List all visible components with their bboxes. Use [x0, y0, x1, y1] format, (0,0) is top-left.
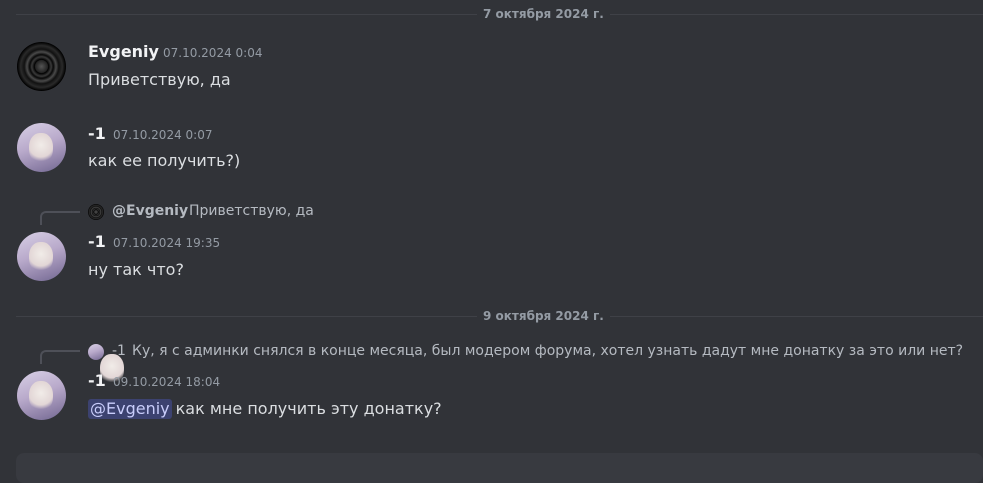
avatar-minus-one[interactable]	[17, 371, 66, 420]
message-timestamp: 07.10.2024 0:04	[163, 46, 263, 60]
message-author[interactable]: -1	[88, 124, 106, 143]
message-timestamp: 09.10.2024 18:04	[113, 375, 221, 389]
reply-connector	[40, 211, 80, 225]
reply-avatar-icon	[88, 344, 124, 384]
message-author[interactable]: Evgeniy	[88, 42, 159, 61]
message-text: как мне получить эту донатку?	[175, 399, 442, 418]
message-author[interactable]: -1	[88, 371, 106, 390]
reply-preview-text[interactable]: Ку, я с админки снялся в конце месяца, б…	[132, 343, 963, 359]
avatar-minus-one[interactable]	[17, 232, 66, 281]
avatar-evgeniy[interactable]	[17, 42, 66, 91]
message-content: @Evgeniy как мне получить эту донатку?	[88, 399, 442, 419]
message-author[interactable]: -1	[88, 232, 106, 251]
reply-author[interactable]: @Evgeniy	[112, 203, 188, 219]
reply-connector	[40, 350, 80, 364]
message-text: ну так что?	[88, 260, 184, 279]
user-mention[interactable]: @Evgeniy	[88, 399, 172, 419]
message-text: Приветствую, да	[88, 70, 231, 89]
avatar-minus-one[interactable]	[17, 123, 66, 172]
date-divider-label-2: 9 октября 2024 г.	[477, 309, 610, 323]
reply-preview-text[interactable]: Приветствую, да	[189, 203, 314, 219]
message-timestamp: 07.10.2024 19:35	[113, 236, 221, 250]
message-composer[interactable]	[16, 453, 983, 483]
reply-author[interactable]: -1	[112, 343, 126, 359]
message-text: как ее получить?)	[88, 151, 241, 170]
message-timestamp: 07.10.2024 0:07	[113, 128, 213, 142]
reply-avatar-icon	[88, 204, 104, 220]
date-divider-label-1: 7 октября 2024 г.	[477, 7, 610, 21]
